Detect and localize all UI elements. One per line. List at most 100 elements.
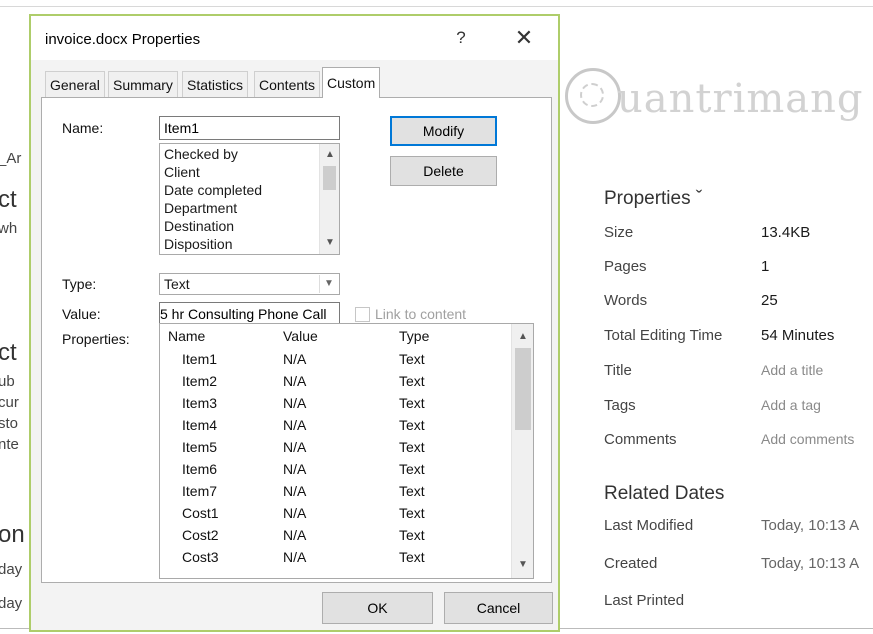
table-cell-type[interactable]: Text bbox=[399, 351, 425, 367]
column-header-name[interactable]: Name bbox=[168, 328, 205, 344]
scroll-up-icon[interactable]: ▲ bbox=[320, 146, 339, 164]
value-label: Value: bbox=[62, 306, 101, 322]
scroll-down-icon[interactable]: ▼ bbox=[512, 556, 533, 574]
properties-dialog: invoice.docx Properties ? ✕ General Summ… bbox=[29, 14, 560, 632]
prop-value-size: 13.4KB bbox=[761, 224, 811, 241]
prop-value-tags[interactable]: Add a tag bbox=[761, 397, 821, 413]
name-input[interactable]: Item1 bbox=[159, 116, 340, 140]
scroll-down-icon[interactable]: ▼ bbox=[320, 234, 339, 252]
bg-fragment: ct bbox=[0, 186, 17, 213]
top-divider bbox=[0, 6, 873, 7]
close-button[interactable]: ✕ bbox=[504, 22, 544, 54]
modify-button[interactable]: Modify bbox=[390, 116, 497, 146]
table-cell-name[interactable]: Cost2 bbox=[182, 527, 219, 543]
tab-custom[interactable]: Custom bbox=[322, 67, 381, 98]
table-cell-type[interactable]: Text bbox=[399, 373, 425, 389]
prop-value-comments[interactable]: Add comments bbox=[761, 431, 854, 447]
table-cell-name[interactable]: Cost1 bbox=[182, 505, 219, 521]
properties-heading[interactable]: Properties ˇ bbox=[604, 188, 702, 210]
properties-label: Properties: bbox=[62, 331, 130, 347]
table-cell-type[interactable]: Text bbox=[399, 417, 425, 433]
bg-fragment: ct bbox=[0, 339, 17, 366]
bg-fragment: _Ar bbox=[0, 150, 22, 167]
watermark-emblem bbox=[565, 68, 621, 124]
date-label-last-printed: Last Printed bbox=[604, 592, 685, 609]
prop-label-size: Size bbox=[604, 224, 634, 241]
bg-fragment: day bbox=[0, 561, 23, 578]
table-cell-value[interactable]: N/A bbox=[283, 417, 306, 433]
tab-statistics[interactable]: Statistics bbox=[182, 71, 249, 97]
prop-label-words: Words bbox=[604, 292, 648, 309]
table-cell-value[interactable]: N/A bbox=[283, 527, 306, 543]
name-list-scrollbar[interactable]: ▲ ▼ bbox=[319, 144, 339, 254]
scroll-up-icon[interactable]: ▲ bbox=[512, 328, 533, 346]
table-cell-name[interactable]: Item5 bbox=[182, 439, 217, 455]
table-cell-type[interactable]: Text bbox=[399, 505, 425, 521]
delete-button[interactable]: Delete bbox=[390, 156, 497, 186]
table-cell-name[interactable]: Item4 bbox=[182, 417, 217, 433]
type-select[interactable]: Text ▼ bbox=[159, 273, 340, 295]
list-item[interactable]: Date completed bbox=[164, 181, 262, 199]
name-suggestions-list[interactable]: Checked by Client Date completed Departm… bbox=[159, 143, 340, 255]
table-cell-name[interactable]: Item7 bbox=[182, 483, 217, 499]
list-item[interactable]: Client bbox=[164, 163, 200, 181]
table-cell-type[interactable]: Text bbox=[399, 395, 425, 411]
tab-contents[interactable]: Contents bbox=[254, 71, 321, 97]
table-cell-name[interactable]: Item2 bbox=[182, 373, 217, 389]
list-item[interactable]: Destination bbox=[164, 217, 234, 235]
table-cell-value[interactable]: N/A bbox=[283, 439, 306, 455]
bg-fragment: sto bbox=[0, 415, 19, 432]
list-item[interactable]: Disposition bbox=[164, 235, 232, 253]
prop-value-editing-time: 54 Minutes bbox=[761, 327, 835, 344]
table-cell-value[interactable]: N/A bbox=[283, 461, 306, 477]
prop-value-pages: 1 bbox=[761, 258, 770, 275]
help-button[interactable]: ? bbox=[441, 22, 481, 54]
prop-value-title[interactable]: Add a title bbox=[761, 362, 823, 378]
table-cell-type[interactable]: Text bbox=[399, 527, 425, 543]
bg-fragment: wh bbox=[0, 220, 18, 237]
tab-summary[interactable]: Summary bbox=[108, 71, 178, 97]
custom-properties-list[interactable]: Name Value Type Item1 N/A Text Item2 N/A Text… bbox=[159, 323, 534, 579]
table-cell-value[interactable]: N/A bbox=[283, 395, 306, 411]
tab-general[interactable]: General bbox=[45, 71, 105, 97]
table-cell-value[interactable]: N/A bbox=[283, 483, 306, 499]
link-to-content-checkbox[interactable] bbox=[355, 307, 370, 322]
list-item[interactable]: Department bbox=[164, 199, 237, 217]
dialog-titlebar[interactable]: invoice.docx Properties ? ✕ bbox=[31, 16, 558, 60]
scroll-thumb[interactable] bbox=[515, 348, 531, 430]
chevron-down-icon[interactable]: ▼ bbox=[319, 275, 338, 293]
table-cell-value[interactable]: N/A bbox=[283, 351, 306, 367]
table-cell-name[interactable]: Item1 bbox=[182, 351, 217, 367]
prop-label-title: Title bbox=[604, 362, 632, 379]
column-header-value[interactable]: Value bbox=[283, 328, 318, 344]
type-select-value: Text bbox=[164, 276, 190, 292]
bg-fragment: cur bbox=[0, 394, 19, 411]
table-cell-name[interactable]: Item6 bbox=[182, 461, 217, 477]
table-cell-value[interactable]: N/A bbox=[283, 373, 306, 389]
table-cell-name[interactable]: Cost3 bbox=[182, 549, 219, 565]
cancel-button[interactable]: Cancel bbox=[444, 592, 553, 624]
table-cell-type[interactable]: Text bbox=[399, 549, 425, 565]
date-value-last-modified: Today, 10:13 A bbox=[761, 517, 860, 534]
table-cell-value[interactable]: N/A bbox=[283, 505, 306, 521]
prop-label-tags: Tags bbox=[604, 397, 636, 414]
properties-scrollbar[interactable]: ▲ ▼ bbox=[511, 324, 533, 578]
ok-button[interactable]: OK bbox=[322, 592, 433, 624]
table-cell-value[interactable]: N/A bbox=[283, 549, 306, 565]
table-cell-type[interactable]: Text bbox=[399, 439, 425, 455]
prop-label-pages: Pages bbox=[604, 258, 647, 275]
list-item[interactable]: Checked by bbox=[164, 145, 238, 163]
bg-fragment: day bbox=[0, 595, 23, 612]
table-cell-type[interactable]: Text bbox=[399, 483, 425, 499]
column-header-type[interactable]: Type bbox=[399, 328, 429, 344]
prop-label-editing-time: Total Editing Time bbox=[604, 327, 723, 344]
scroll-thumb[interactable] bbox=[323, 166, 336, 190]
related-dates-heading: Related Dates bbox=[604, 483, 725, 504]
table-cell-name[interactable]: Item3 bbox=[182, 395, 217, 411]
watermark-text: uantrimang bbox=[617, 76, 864, 122]
table-cell-type[interactable]: Text bbox=[399, 461, 425, 477]
value-input-text: 5 hr Consulting Phone Call bbox=[160, 306, 327, 322]
link-to-content-label: Link to content bbox=[375, 306, 467, 322]
bg-fragment: nte bbox=[0, 436, 19, 453]
dialog-title: invoice.docx Properties bbox=[45, 31, 201, 48]
